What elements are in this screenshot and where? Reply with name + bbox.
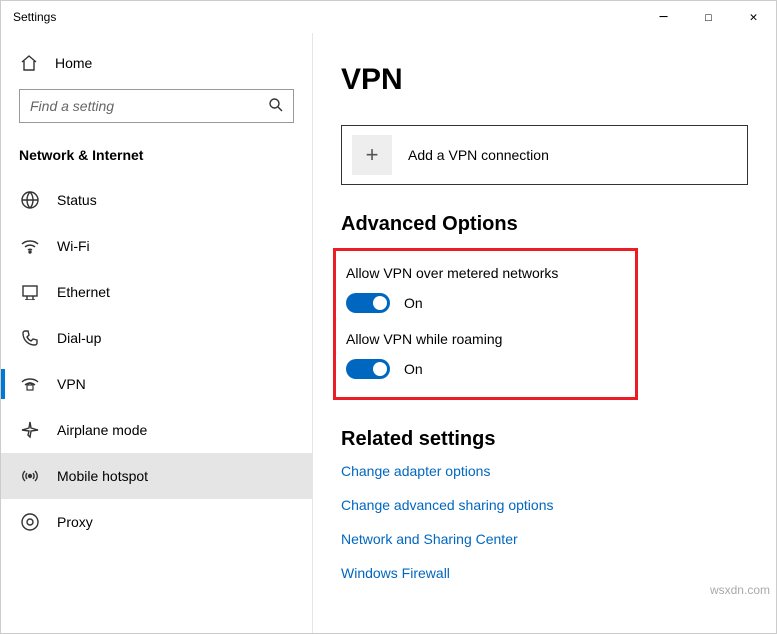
sidebar-item-label: Ethernet: [57, 284, 110, 300]
sidebar-item-airplane[interactable]: Airplane mode: [1, 407, 312, 453]
metered-option-label: Allow VPN over metered networks: [346, 265, 625, 281]
sidebar-item-label: Dial-up: [57, 330, 101, 346]
sidebar-item-status[interactable]: Status: [1, 177, 312, 223]
window-controls: ─ ☐ ✕: [641, 1, 776, 33]
airplane-icon: [19, 421, 41, 439]
advanced-options-header: Advanced Options: [341, 213, 748, 236]
globe-icon: [19, 190, 41, 210]
maximize-button[interactable]: ☐: [686, 1, 731, 33]
hotspot-icon: [19, 467, 41, 485]
titlebar: Settings ─ ☐ ✕: [1, 1, 776, 33]
close-button[interactable]: ✕: [731, 1, 776, 33]
sidebar-item-wifi[interactable]: Wi-Fi: [1, 223, 312, 269]
sidebar-item-vpn[interactable]: VPN: [1, 361, 312, 407]
sidebar: Home Network & Internet Status Wi-Fi Eth…: [1, 33, 313, 633]
proxy-icon: [19, 512, 41, 532]
sidebar-item-hotspot[interactable]: Mobile hotspot: [1, 453, 312, 499]
roaming-toggle-state: On: [404, 361, 423, 377]
home-link[interactable]: Home: [1, 43, 312, 83]
add-vpn-label: Add a VPN connection: [408, 147, 549, 163]
metered-toggle[interactable]: [346, 293, 390, 313]
sidebar-item-label: Proxy: [57, 514, 93, 530]
link-adapter-options[interactable]: Change adapter options: [341, 463, 748, 479]
link-firewall[interactable]: Windows Firewall: [341, 565, 748, 581]
ethernet-icon: [19, 284, 41, 300]
phone-icon: [19, 329, 41, 347]
sidebar-item-proxy[interactable]: Proxy: [1, 499, 312, 545]
page-title: VPN: [341, 63, 748, 97]
wifi-icon: [19, 238, 41, 254]
roaming-option-label: Allow VPN while roaming: [346, 331, 625, 347]
link-sharing-center[interactable]: Network and Sharing Center: [341, 531, 748, 547]
highlight-annotation: Allow VPN over metered networks On Allow…: [333, 248, 638, 400]
sidebar-item-label: Mobile hotspot: [57, 468, 148, 484]
minimize-button[interactable]: ─: [641, 1, 686, 33]
window-title: Settings: [13, 10, 56, 24]
add-vpn-button[interactable]: + Add a VPN connection: [341, 125, 748, 185]
sidebar-item-label: Status: [57, 192, 97, 208]
watermark: wsxdn.com: [710, 583, 770, 597]
sidebar-item-dialup[interactable]: Dial-up: [1, 315, 312, 361]
search-icon: [268, 97, 284, 113]
sidebar-section-title: Network & Internet: [19, 147, 312, 163]
sidebar-item-label: Airplane mode: [57, 422, 147, 438]
link-sharing-options[interactable]: Change advanced sharing options: [341, 497, 748, 513]
plus-icon: +: [352, 135, 392, 175]
vpn-icon: [19, 376, 41, 392]
roaming-toggle[interactable]: [346, 359, 390, 379]
related-settings-header: Related settings: [341, 428, 748, 451]
sidebar-item-label: Wi-Fi: [57, 238, 90, 254]
home-label: Home: [55, 55, 92, 71]
metered-toggle-state: On: [404, 295, 423, 311]
sidebar-item-ethernet[interactable]: Ethernet: [1, 269, 312, 315]
home-icon: [19, 54, 39, 72]
search-input[interactable]: [19, 89, 294, 123]
main-content: VPN + Add a VPN connection Advanced Opti…: [313, 33, 776, 633]
sidebar-item-label: VPN: [57, 376, 86, 392]
